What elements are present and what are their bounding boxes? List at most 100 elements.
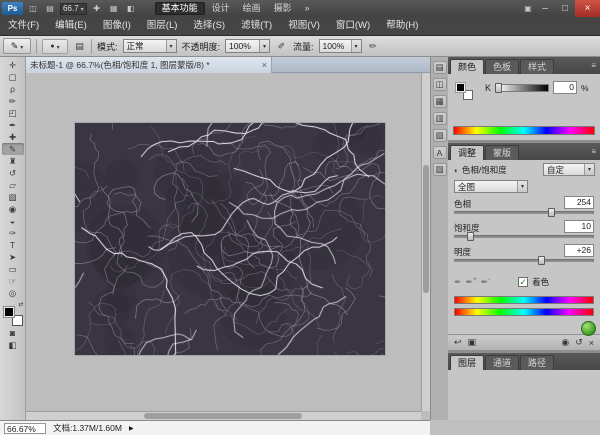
collapsed-panel-icon-2[interactable]: ◫ — [433, 78, 447, 91]
tab-channels[interactable]: 通道 — [485, 355, 519, 370]
gradient-tool[interactable]: ▧ — [2, 191, 24, 203]
scrollbar-thumb[interactable] — [144, 413, 302, 419]
foreground-color-swatch[interactable] — [455, 82, 466, 93]
canvas-image[interactable] — [75, 123, 385, 355]
foreground-background-colors[interactable]: ⇄ — [2, 303, 24, 327]
workspace-design-button[interactable]: 设计 — [206, 2, 236, 15]
menu-filter[interactable]: 滤镜(T) — [233, 17, 280, 35]
shape-tool[interactable]: ▭ — [2, 263, 24, 275]
k-value-field[interactable]: 0 — [553, 81, 577, 94]
eyedropper-tool[interactable]: ✒ — [2, 119, 24, 131]
scrollbar-thumb[interactable] — [423, 165, 429, 293]
hue-value-field[interactable]: 254 — [564, 196, 594, 209]
menu-layer[interactable]: 图层(L) — [139, 17, 186, 35]
tool-preset-picker[interactable]: ✎ — [3, 38, 31, 54]
foreground-color-swatch[interactable] — [3, 306, 15, 318]
lightness-value-field[interactable]: +26 — [564, 244, 594, 257]
tab-paths[interactable]: 路径 — [520, 355, 554, 370]
status-menu-arrow-icon[interactable]: ▶ — [129, 425, 134, 432]
foreground-background-mini-swatch[interactable] — [453, 80, 475, 102]
workspace-essentials-button[interactable]: 基本功能 — [155, 2, 205, 15]
visibility-eye-icon[interactable]: ◉ — [561, 337, 569, 348]
quick-mask-button[interactable]: ◙ — [2, 327, 24, 339]
workspace-painting-button[interactable]: 绘画 — [237, 2, 267, 15]
zoom-level-field[interactable]: 66.7 — [60, 3, 87, 15]
collapsed-panel-icon-3[interactable]: ▦ — [433, 95, 447, 108]
clip-to-layer-icon[interactable]: ▣ — [468, 337, 477, 348]
dodge-tool[interactable]: ◒ — [2, 215, 24, 227]
menu-select[interactable]: 选择(S) — [185, 17, 233, 35]
bridge-launch-icon[interactable]: ◫ — [26, 4, 40, 13]
opacity-select[interactable]: 100% — [225, 39, 270, 53]
menu-view[interactable]: 视图(V) — [280, 17, 328, 35]
horizontal-scrollbar[interactable] — [26, 411, 421, 420]
canvas-area[interactable] — [26, 73, 421, 411]
collapsed-panel-icon-1[interactable]: ▤ — [433, 61, 447, 74]
preset-select[interactable]: 自定 — [543, 163, 595, 176]
arrange-documents-icon[interactable]: ▦ — [107, 4, 121, 13]
maximize-button[interactable]: □ — [555, 0, 575, 17]
hue-slider[interactable] — [454, 211, 594, 214]
eraser-tool[interactable]: ▱ — [2, 179, 24, 191]
blur-tool[interactable]: ◉ — [2, 203, 24, 215]
collapsed-panel-icon-6[interactable]: A — [433, 146, 447, 159]
screen-mode-button[interactable]: ◧ — [2, 339, 24, 351]
hand-tool[interactable]: ☞ — [2, 275, 24, 287]
path-selection-tool[interactable]: ➤ — [2, 251, 24, 263]
tab-swatches[interactable]: 色板 — [485, 59, 519, 74]
slider-thumb[interactable] — [538, 256, 545, 265]
lightness-slider[interactable] — [454, 259, 594, 262]
tablet-pressure-icon[interactable]: ✐ — [275, 41, 288, 52]
menu-file[interactable]: 文件(F) — [0, 17, 47, 35]
menu-window[interactable]: 窗口(W) — [328, 17, 378, 35]
saturation-value-field[interactable]: 10 — [564, 220, 594, 233]
subtract-sample-eyedropper-icon[interactable]: ✒- — [481, 277, 491, 288]
tab-styles[interactable]: 样式 — [520, 59, 554, 74]
add-sample-eyedropper-icon[interactable]: ✒+ — [466, 277, 477, 288]
history-brush-tool[interactable]: ↺ — [2, 167, 24, 179]
flow-select[interactable]: 100% — [319, 39, 362, 53]
workspace-overflow-button[interactable]: » — [299, 2, 316, 15]
airbrush-icon[interactable]: ✏ — [367, 41, 380, 52]
tab-adjustments[interactable]: 调整 — [450, 145, 484, 160]
close-tab-icon[interactable]: × — [262, 60, 267, 70]
delete-adjustment-icon[interactable]: × — [589, 338, 594, 348]
close-button[interactable]: × — [575, 0, 600, 17]
blend-mode-select[interactable]: 正常 — [123, 39, 177, 53]
collapsed-panel-icon-4[interactable]: ▥ — [433, 112, 447, 125]
vertical-scrollbar[interactable] — [421, 73, 430, 411]
menu-image[interactable]: 图像(I) — [95, 17, 139, 35]
brush-preset-picker[interactable]: ● — [42, 39, 68, 54]
pen-tool[interactable]: ✑ — [2, 227, 24, 239]
slider-thumb[interactable] — [467, 232, 474, 241]
document-tab[interactable]: 未标题-1 @ 66.7%(色相/饱和度 1, 图层蒙版/8) * × — [26, 57, 272, 73]
toggle-brush-panel-icon[interactable]: ▤ — [73, 41, 86, 52]
panel-menu-icon[interactable]: ≡ — [587, 147, 600, 156]
back-arrow-icon[interactable]: ↩ — [454, 337, 462, 348]
tab-masks[interactable]: 蒙版 — [485, 145, 519, 160]
app-logo[interactable]: Ps — [2, 2, 23, 15]
slider-thumb[interactable] — [548, 208, 555, 217]
colorize-checkbox[interactable]: ✓ — [518, 277, 528, 287]
rectangular-marquee-tool[interactable]: ▢ — [2, 71, 24, 83]
menu-edit[interactable]: 编辑(E) — [47, 17, 95, 35]
minimize-button[interactable]: – — [535, 0, 555, 17]
move-tool[interactable]: ✛ — [2, 59, 24, 71]
view-extras-icon[interactable]: ▤ — [43, 4, 57, 13]
collapsed-panel-icon-5[interactable]: ▧ — [433, 129, 447, 142]
cs-live-icon[interactable]: ▣ — [521, 4, 535, 13]
screen-mode-icon[interactable]: ◧ — [124, 4, 138, 13]
menu-help[interactable]: 帮助(H) — [378, 17, 426, 35]
color-spectrum-ramp[interactable] — [453, 126, 595, 135]
clone-stamp-tool[interactable]: ♜ — [2, 155, 24, 167]
workspace-photography-button[interactable]: 摄影 — [268, 2, 298, 15]
tab-layers[interactable]: 图层 — [450, 355, 484, 370]
reset-icon[interactable]: ↺ — [575, 337, 583, 348]
crop-tool[interactable]: ◰ — [2, 107, 24, 119]
saturation-slider[interactable] — [454, 235, 594, 238]
channel-scope-select[interactable]: 全图 — [454, 180, 528, 193]
quick-selection-tool[interactable]: ✏ — [2, 95, 24, 107]
brush-tool[interactable]: ✎ — [2, 143, 24, 155]
type-tool[interactable]: T — [2, 239, 24, 251]
panel-menu-icon[interactable]: ≡ — [587, 61, 600, 70]
